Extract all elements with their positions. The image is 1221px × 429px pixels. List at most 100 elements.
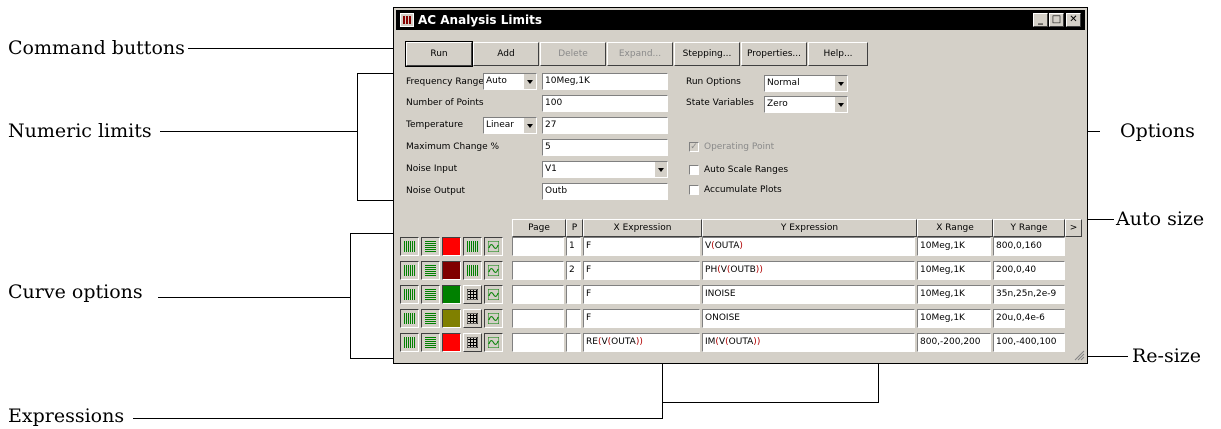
plot-group-cell[interactable]: 2 (566, 261, 581, 280)
y-range-cell[interactable]: 200,0,40 (993, 261, 1065, 280)
auto-size-button[interactable]: > (1065, 219, 1082, 237)
curve-color-swatch[interactable] (442, 285, 461, 304)
plot-group-cell[interactable] (566, 309, 581, 328)
dropdown-arrow-icon (834, 76, 847, 91)
help-button[interactable]: Help... (808, 42, 868, 66)
maximum-change-input[interactable]: 5 (542, 139, 668, 156)
curve-color-swatch[interactable] (442, 237, 461, 256)
curve-color-swatch[interactable] (442, 333, 461, 352)
grid-style-button[interactable] (421, 309, 440, 328)
numbers-icon (467, 313, 478, 324)
column-header-y-expression[interactable]: Y Expression (702, 219, 917, 237)
plot-group-cell[interactable] (566, 285, 581, 304)
numbers-button[interactable] (463, 309, 482, 328)
properties-button[interactable]: Properties... (741, 42, 807, 66)
numbers-button[interactable] (463, 333, 482, 352)
page-cell[interactable] (512, 261, 564, 280)
plot-icon (488, 265, 499, 276)
x-expression-cell[interactable]: F (583, 237, 700, 256)
y-expression-cell[interactable]: INOISE (702, 285, 915, 304)
column-header-page[interactable]: Page (512, 219, 566, 237)
annotation-re-size: Re-size (1132, 345, 1202, 367)
close-button[interactable]: ✕ (1066, 13, 1081, 27)
line-style-button[interactable] (400, 285, 419, 304)
expand-button[interactable]: Expand... (607, 42, 673, 66)
page-cell[interactable] (512, 285, 564, 304)
plot-button[interactable] (484, 309, 503, 328)
line-style-button[interactable] (400, 261, 419, 280)
numbers-button[interactable] (463, 261, 482, 280)
plot-button[interactable] (484, 333, 503, 352)
operating-point-label: Operating Point (704, 142, 775, 152)
plot-button[interactable] (484, 261, 503, 280)
y-range-cell[interactable]: 100,-400,100 (993, 333, 1065, 352)
grid-style-button[interactable] (421, 261, 440, 280)
auto-scale-ranges-checkbox[interactable] (689, 165, 699, 175)
column-header-x-range[interactable]: X Range (917, 219, 993, 237)
x-range-cell[interactable]: 10Meg,1K (917, 237, 991, 256)
line-style-button[interactable] (400, 333, 419, 352)
grid-style-button[interactable] (421, 237, 440, 256)
numbers-button[interactable] (463, 285, 482, 304)
run-button[interactable]: Run (405, 41, 473, 67)
x-expression-cell[interactable]: F (583, 261, 700, 280)
x-expression-cell[interactable]: F (583, 309, 700, 328)
line-style-button[interactable] (400, 237, 419, 256)
operating-point-checkbox[interactable]: ✓ (689, 142, 699, 152)
column-header-p[interactable]: P (566, 219, 583, 237)
x-range-cell[interactable]: 10Meg,1K (917, 285, 991, 304)
y-range-cell[interactable]: 800,0,160 (993, 237, 1065, 256)
plot-group-cell[interactable] (566, 333, 581, 352)
column-header-x-expression[interactable]: X Expression (583, 219, 702, 237)
vertical-grid-icon (404, 337, 415, 348)
minimize-button[interactable]: _ (1033, 13, 1048, 27)
page-cell[interactable] (512, 237, 564, 256)
grid-style-button[interactable] (421, 285, 440, 304)
temperature-mode-select[interactable]: Linear (483, 117, 537, 134)
plot-button[interactable] (484, 237, 503, 256)
frequency-range-mode-select[interactable]: Auto (483, 73, 537, 90)
x-range-cell[interactable]: 10Meg,1K (917, 261, 991, 280)
frequency-range-input[interactable]: 10Meg,1K (542, 73, 668, 90)
add-button[interactable]: Add (473, 42, 539, 66)
delete-button[interactable]: Delete (540, 42, 606, 66)
y-range-cell[interactable]: 35n,25n,2e-9 (993, 285, 1065, 304)
plot-group-cell[interactable]: 1 (566, 237, 581, 256)
plot-icon (488, 241, 499, 252)
y-expression-cell[interactable]: V(OUTA) (702, 237, 915, 256)
x-range-cell[interactable]: 10Meg,1K (917, 309, 991, 328)
numbers-icon (467, 337, 478, 348)
column-header-y-range[interactable]: Y Range (993, 219, 1065, 237)
vertical-grid-icon (404, 289, 415, 300)
state-variables-select[interactable]: Zero (764, 96, 848, 113)
plot-button[interactable] (484, 285, 503, 304)
stepping-button[interactable]: Stepping... (674, 42, 740, 66)
bracket-curve-options (350, 233, 351, 359)
noise-output-input[interactable]: Outb (542, 183, 668, 200)
maximize-button[interactable]: □ (1049, 13, 1064, 27)
dropdown-arrow-icon (523, 118, 536, 133)
number-of-points-input[interactable]: 100 (542, 95, 668, 112)
y-expression-cell[interactable]: IM(V(OUTA)) (702, 333, 915, 352)
accumulate-plots-checkbox[interactable] (689, 185, 699, 195)
curve-color-swatch[interactable] (442, 309, 461, 328)
y-range-cell[interactable]: 20u,0,4e-6 (993, 309, 1065, 328)
bracket-expressions-join (662, 402, 878, 403)
run-options-select[interactable]: Normal (764, 75, 848, 92)
temperature-input[interactable]: 27 (542, 117, 668, 134)
line-style-button[interactable] (400, 309, 419, 328)
noise-input-select[interactable]: V1 (542, 161, 668, 178)
resize-grip-icon[interactable] (1073, 349, 1085, 361)
page-cell[interactable] (512, 309, 564, 328)
grid-style-button[interactable] (421, 333, 440, 352)
x-expression-cell[interactable]: RE(V(OUTA)) (583, 333, 700, 352)
y-expression-cell[interactable]: PH(V(OUTB)) (702, 261, 915, 280)
page-cell[interactable] (512, 333, 564, 352)
annotation-auto-size: Auto size (1116, 208, 1205, 230)
x-range-cell[interactable]: 800,-200,200 (917, 333, 991, 352)
numbers-button[interactable] (463, 237, 482, 256)
curve-color-swatch[interactable] (442, 261, 461, 280)
x-expression-cell[interactable]: F (583, 285, 700, 304)
title-bar[interactable]: AC Analysis Limits _ □ ✕ (396, 10, 1085, 30)
y-expression-cell[interactable]: ONOISE (702, 309, 915, 328)
